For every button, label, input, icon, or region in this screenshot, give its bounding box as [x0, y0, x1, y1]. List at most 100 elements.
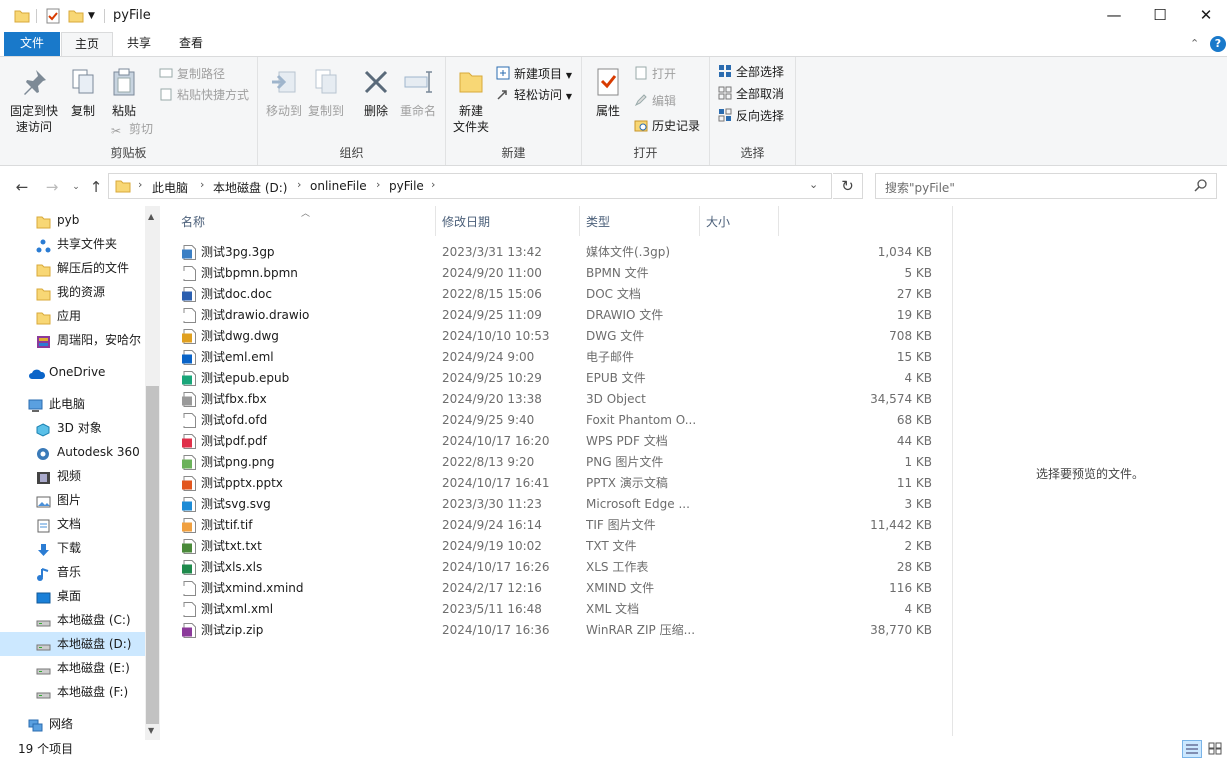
file-row[interactable]: 测试ofd.ofd 2024/9/25 9:40 Foxit Phantom O..…: [180, 410, 932, 431]
nav-item-apps[interactable]: 应用: [0, 304, 145, 328]
nav-item-onedrive[interactable]: OneDrive: [0, 360, 145, 384]
collapse-ribbon-icon[interactable]: ⌃: [1190, 37, 1199, 50]
nav-item-drive-f[interactable]: 本地磁盘 (F:): [0, 680, 145, 704]
nav-item-archive[interactable]: 周瑞阳，安哈尔: [0, 328, 145, 352]
copy-path-button[interactable]: 复制路径: [159, 64, 225, 84]
file-row[interactable]: 测试doc.doc 2022/8/15 15:06 DOC 文档 27 KB: [180, 284, 932, 305]
new-item-button[interactable]: 新建项目 ▼: [496, 64, 572, 84]
tab-file[interactable]: 文件: [4, 32, 60, 56]
nav-item-drive-e[interactable]: 本地磁盘 (E:): [0, 656, 145, 680]
column-divider[interactable]: [579, 206, 580, 236]
new-folder-button[interactable]: 新建 文件夹: [450, 67, 492, 135]
breadcrumb-separator-icon[interactable]: ›: [297, 178, 301, 191]
file-row[interactable]: 测试3pg.3gp 2023/3/31 13:42 媒体文件(.3gp) 1,034 …: [180, 242, 932, 263]
tab-share[interactable]: 共享: [115, 32, 163, 56]
tab-home[interactable]: 主页: [61, 32, 113, 57]
easy-access-button[interactable]: 轻松访问 ▼: [496, 85, 572, 105]
large-icons-view-icon[interactable]: [1206, 740, 1226, 758]
breadcrumb-separator-icon[interactable]: ›: [431, 178, 435, 191]
recent-locations-icon[interactable]: ⌄: [66, 178, 86, 198]
file-row[interactable]: 测试tif.tif 2024/9/24 16:14 TIF 图片文件 11,442 K…: [180, 515, 932, 536]
file-row[interactable]: 测试fbx.fbx 2024/9/20 13:38 3D Object 34,574 …: [180, 389, 932, 410]
scrollbar-thumb[interactable]: [146, 386, 159, 724]
history-button[interactable]: 历史记录: [634, 116, 700, 136]
select-none-button[interactable]: 全部取消: [718, 84, 784, 104]
cut-button[interactable]: ✂ 剪切: [111, 119, 153, 139]
breadcrumb-pyfile[interactable]: pyFile: [389, 179, 424, 193]
customize-quick-access-icon[interactable]: ▼: [88, 8, 104, 24]
paste-shortcut-button[interactable]: 粘贴快捷方式: [159, 85, 249, 105]
move-to-button[interactable]: 移动到: [264, 67, 304, 119]
back-arrow-icon[interactable]: ←: [12, 178, 32, 198]
close-button[interactable]: ✕: [1183, 0, 1227, 32]
file-row[interactable]: 测试txt.txt 2024/9/19 10:02 TXT 文件 2 KB: [180, 536, 932, 557]
new-folder-icon[interactable]: [68, 8, 84, 24]
nav-item-drive-d[interactable]: 本地磁盘 (D:): [0, 632, 145, 656]
file-row[interactable]: 测试eml.eml 2024/9/24 9:00 电子邮件 15 KB: [180, 347, 932, 368]
nav-item-pyb[interactable]: pyb: [0, 208, 145, 232]
nav-item-documents[interactable]: 文档: [0, 512, 145, 536]
nav-item-my-resources[interactable]: 我的资源: [0, 280, 145, 304]
address-bar[interactable]: › 此电脑 › 本地磁盘 (D:) › onlineFile › pyFile …: [108, 173, 832, 199]
paste-button[interactable]: 粘贴: [107, 67, 141, 119]
column-divider[interactable]: [699, 206, 700, 236]
minimize-button[interactable]: —: [1091, 0, 1137, 32]
properties-button[interactable]: 属性: [590, 67, 626, 119]
pin-quick-access-button[interactable]: 固定到快 速访问: [6, 67, 62, 135]
nav-item-network[interactable]: 网络: [0, 712, 145, 736]
properties-icon[interactable]: [45, 8, 61, 24]
open-button[interactable]: 打开: [634, 64, 676, 84]
tab-view[interactable]: 查看: [167, 32, 215, 56]
copy-button[interactable]: 复制: [66, 67, 100, 119]
file-row[interactable]: 测试dwg.dwg 2024/10/10 10:53 DWG 文件 708 KB: [180, 326, 932, 347]
file-row[interactable]: 测试xmind.xmind 2024/2/17 12:16 XMIND 文件 116 …: [180, 578, 932, 599]
nav-item-music[interactable]: 音乐: [0, 560, 145, 584]
details-view-icon[interactable]: [1182, 740, 1202, 758]
scroll-down-icon[interactable]: ▼: [148, 726, 154, 735]
nav-item-drive-c[interactable]: 本地磁盘 (C:): [0, 608, 145, 632]
edit-button[interactable]: 编辑: [634, 91, 676, 111]
search-input[interactable]: 搜索"pyFile": [875, 173, 1217, 199]
nav-item-3d-objects[interactable]: 3D 对象: [0, 416, 145, 440]
nav-item-pictures[interactable]: 图片: [0, 488, 145, 512]
nav-item-shared-folder[interactable]: 共享文件夹: [0, 232, 145, 256]
breadcrumb-drive-d[interactable]: 本地磁盘 (D:): [213, 179, 287, 196]
breadcrumb-separator-icon[interactable]: ›: [138, 178, 142, 191]
nav-item-autodesk[interactable]: Autodesk 360: [0, 440, 145, 464]
up-arrow-icon[interactable]: ↑: [86, 178, 106, 198]
breadcrumb-separator-icon[interactable]: ›: [200, 178, 204, 191]
column-divider[interactable]: [778, 206, 779, 236]
nav-scrollbar[interactable]: ▲ ▼: [145, 206, 160, 740]
file-row[interactable]: 测试pdf.pdf 2024/10/17 16:20 WPS PDF 文档 44 KB: [180, 431, 932, 452]
nav-item-this-pc[interactable]: 此电脑: [0, 392, 145, 416]
file-row[interactable]: 测试pptx.pptx 2024/10/17 16:41 PPTX 演示文稿 11 K…: [180, 473, 932, 494]
breadcrumb-this-pc[interactable]: 此电脑: [152, 179, 188, 196]
refresh-icon[interactable]: ↻: [833, 173, 863, 199]
select-all-button[interactable]: 全部选择: [718, 62, 784, 82]
file-row[interactable]: 测试drawio.drawio 2024/9/25 11:09 DRAWIO 文件 1…: [180, 305, 932, 326]
column-header-size[interactable]: 大小: [706, 212, 730, 232]
maximize-button[interactable]: ☐: [1137, 0, 1183, 32]
nav-item-videos[interactable]: 视频: [0, 464, 145, 488]
file-row[interactable]: 测试xls.xls 2024/10/17 16:26 XLS 工作表 28 KB: [180, 557, 932, 578]
address-dropdown-icon[interactable]: ⌄: [809, 178, 818, 191]
help-icon[interactable]: ?: [1210, 36, 1226, 52]
delete-button[interactable]: 删除: [356, 67, 396, 119]
invert-selection-button[interactable]: 反向选择: [718, 106, 784, 126]
file-row[interactable]: 测试svg.svg 2023/3/30 11:23 Microsoft Edge .…: [180, 494, 932, 515]
nav-item-downloads[interactable]: 下载: [0, 536, 145, 560]
file-row[interactable]: 测试zip.zip 2024/10/17 16:36 WinRAR ZIP 压缩..…: [180, 620, 932, 641]
scroll-up-icon[interactable]: ▲: [148, 212, 154, 221]
copy-to-button[interactable]: 复制到: [306, 67, 346, 119]
column-header-date[interactable]: 修改日期: [442, 212, 490, 232]
nav-item-desktop[interactable]: 桌面: [0, 584, 145, 608]
file-row[interactable]: 测试xml.xml 2023/5/11 16:48 XML 文档 4 KB: [180, 599, 932, 620]
nav-item-extracted[interactable]: 解压后的文件: [0, 256, 145, 280]
breadcrumb-separator-icon[interactable]: ›: [376, 178, 380, 191]
file-row[interactable]: 测试epub.epub 2024/9/25 10:29 EPUB 文件 4 KB: [180, 368, 932, 389]
breadcrumb-onlinefile[interactable]: onlineFile: [310, 179, 367, 193]
column-divider[interactable]: [435, 206, 436, 236]
forward-arrow-icon[interactable]: →: [42, 178, 62, 198]
column-header-name[interactable]: 名称: [181, 212, 205, 232]
rename-button[interactable]: 重命名: [396, 67, 440, 119]
